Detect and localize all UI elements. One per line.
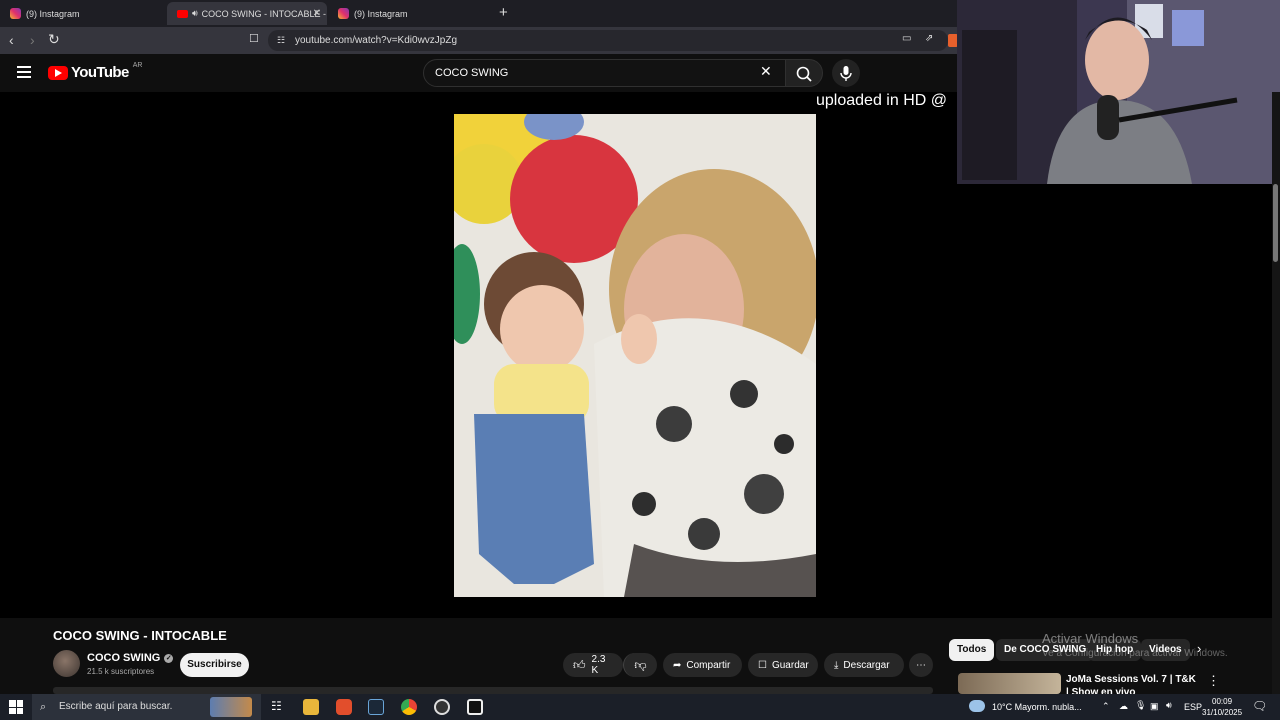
save-label: Guardar	[771, 659, 809, 671]
channel-name-text: COCO SWING	[87, 652, 161, 664]
capcut-icon[interactable]	[467, 699, 483, 715]
verified-icon: ✓	[164, 654, 174, 663]
brave-browser-icon[interactable]	[336, 699, 352, 715]
video-watermark: uploaded in HD @	[816, 92, 947, 109]
language-indicator[interactable]: ESP	[1184, 702, 1202, 712]
obs-icon[interactable]	[434, 699, 450, 715]
menu-icon[interactable]	[17, 66, 31, 78]
taskbar-search-input[interactable]: ⌕ Escribe aquí para buscar.	[32, 694, 261, 720]
file-explorer-icon[interactable]	[303, 699, 319, 715]
recommended-video-thumbnail[interactable]	[958, 673, 1061, 694]
bookmark-icon[interactable]: ☐	[249, 32, 259, 45]
system-clock[interactable]: 00:09 31/10/2025	[1202, 696, 1242, 718]
voice-search-button[interactable]	[832, 59, 860, 87]
forward-icon[interactable]: ›	[30, 32, 35, 48]
webcam-overlay	[957, 0, 1280, 184]
page-scrollbar-thumb[interactable]	[1273, 184, 1278, 262]
search-icon: ⌕	[40, 701, 47, 713]
chrome-icon[interactable]	[401, 699, 417, 715]
subscribe-button[interactable]: Suscribirse	[180, 653, 249, 677]
thumbs-down-icon: 👎︎	[634, 657, 647, 672]
like-button[interactable]: 👍︎ 2.3 K	[563, 653, 623, 677]
instagram-icon	[338, 8, 349, 19]
speaker-icon[interactable]: 🔊︎	[192, 8, 198, 19]
url-text: youtube.com/watch?v=Kdi0wvzJpZg	[295, 35, 458, 46]
browser-toolbar: ‹ › ↻ ☐ ☷ youtube.com/watch?v=Kdi0wvzJpZ…	[0, 27, 958, 54]
browser-tab-bar: (9) Instagram 🔊︎ COCO SWING - INTOCABLE …	[0, 0, 958, 27]
microphone-tray-icon[interactable]: 🎙︎	[1135, 700, 1146, 711]
save-button[interactable]: ☐ Guardar	[748, 653, 818, 677]
tab-label: (9) Instagram	[26, 8, 80, 19]
more-vertical-icon[interactable]: ⋮	[1207, 673, 1220, 689]
more-actions-button[interactable]: ⋯	[909, 653, 933, 677]
bookmark-icon: ☐	[758, 659, 767, 671]
chevron-up-icon[interactable]: ⌃	[1102, 701, 1110, 712]
tab-youtube[interactable]: 🔊︎ COCO SWING - INTOCABLE - ✕	[167, 2, 327, 25]
search-input[interactable]: COCO SWING	[423, 59, 787, 87]
youtube-icon	[177, 9, 188, 18]
close-tab-icon[interactable]: ✕	[313, 8, 321, 19]
clock-time: 00:09	[1212, 697, 1233, 706]
youtube-play-icon	[48, 65, 68, 80]
country-code: AR	[132, 62, 143, 69]
search-button[interactable]	[785, 59, 823, 87]
tab-instagram-2[interactable]: (9) Instagram	[328, 2, 493, 25]
subscriber-count: 21.5 k suscriptores	[87, 667, 155, 676]
like-count: 2.3 K	[591, 654, 606, 676]
weather-text[interactable]: 10°C Mayorm. nubla...	[992, 702, 1082, 712]
back-icon[interactable]: ‹	[9, 32, 14, 48]
thumbs-up-icon: 👍︎	[573, 657, 586, 672]
comment-box-placeholder	[53, 687, 933, 694]
address-bar[interactable]: ☷ youtube.com/watch?v=Kdi0wvzJpZg	[268, 30, 948, 51]
channel-avatar[interactable]	[53, 650, 80, 677]
windows-activation-title: Activar Windows	[1042, 631, 1139, 646]
share-icon[interactable]: ⇗	[925, 33, 933, 44]
download-button[interactable]: ⤓ Descargar	[824, 653, 904, 677]
site-info-icon[interactable]: ☷	[277, 30, 285, 51]
network-icon[interactable]: ▣	[1150, 701, 1159, 712]
volume-icon[interactable]: 🔊︎	[1166, 700, 1172, 711]
weather-icon	[969, 700, 985, 712]
download-icon: ⤓	[834, 659, 839, 671]
share-button[interactable]: ➦ Compartir	[663, 653, 742, 677]
page-scrollbar-track	[1272, 92, 1280, 694]
windows-activation-subtitle: Ve a Configuración para activar Windows.	[1042, 648, 1228, 659]
youtube-logo[interactable]: YouTube AR	[48, 62, 143, 81]
video-frame-photo	[454, 114, 816, 597]
logo-text: YouTube	[71, 64, 129, 81]
tab-instagram-1[interactable]: (9) Instagram	[0, 2, 165, 25]
new-tab-button[interactable]: +	[499, 4, 508, 21]
video-info-area: COCO SWING - INTOCABLE COCO SWING ✓ 21.5 …	[0, 618, 1272, 698]
network-drive-icon[interactable]: ☁	[1119, 701, 1128, 712]
dislike-button[interactable]: 👎︎	[623, 653, 657, 677]
search-icon	[796, 66, 812, 82]
cast-icon[interactable]: ▭	[902, 33, 911, 44]
microphone-icon	[840, 66, 852, 81]
tab-label: COCO SWING - INTOCABLE -	[201, 8, 327, 19]
taskbar-search-placeholder: Escribe aquí para buscar.	[59, 701, 173, 712]
clock-date: 31/10/2025	[1202, 708, 1243, 717]
clear-search-icon[interactable]: ✕	[760, 63, 772, 80]
share-label: Compartir	[686, 659, 731, 671]
chip-todos[interactable]: Todos	[949, 639, 995, 661]
tab-label: (9) Instagram	[354, 8, 408, 19]
notification-icon[interactable]: 🗨︎	[1252, 699, 1267, 713]
task-view-icon[interactable]: ☷	[271, 699, 282, 713]
video-title: COCO SWING - INTOCABLE	[53, 628, 227, 643]
download-label: Descargar	[843, 659, 890, 671]
instagram-icon	[10, 8, 21, 19]
more-horizontal-icon: ⋯	[916, 659, 926, 671]
youtube-header: YouTube AR COCO SWING ✕	[0, 54, 958, 92]
share-arrow-icon: ➦	[673, 659, 682, 671]
channel-name[interactable]: COCO SWING ✓	[87, 652, 174, 664]
steam-icon[interactable]	[368, 699, 384, 715]
windows-taskbar: ⌕ Escribe aquí para buscar. ☷ 10°C Mayor…	[0, 694, 1280, 720]
reload-icon[interactable]: ↻	[48, 31, 60, 48]
search-highlight-icon	[210, 697, 252, 717]
windows-start-icon[interactable]	[9, 700, 23, 714]
